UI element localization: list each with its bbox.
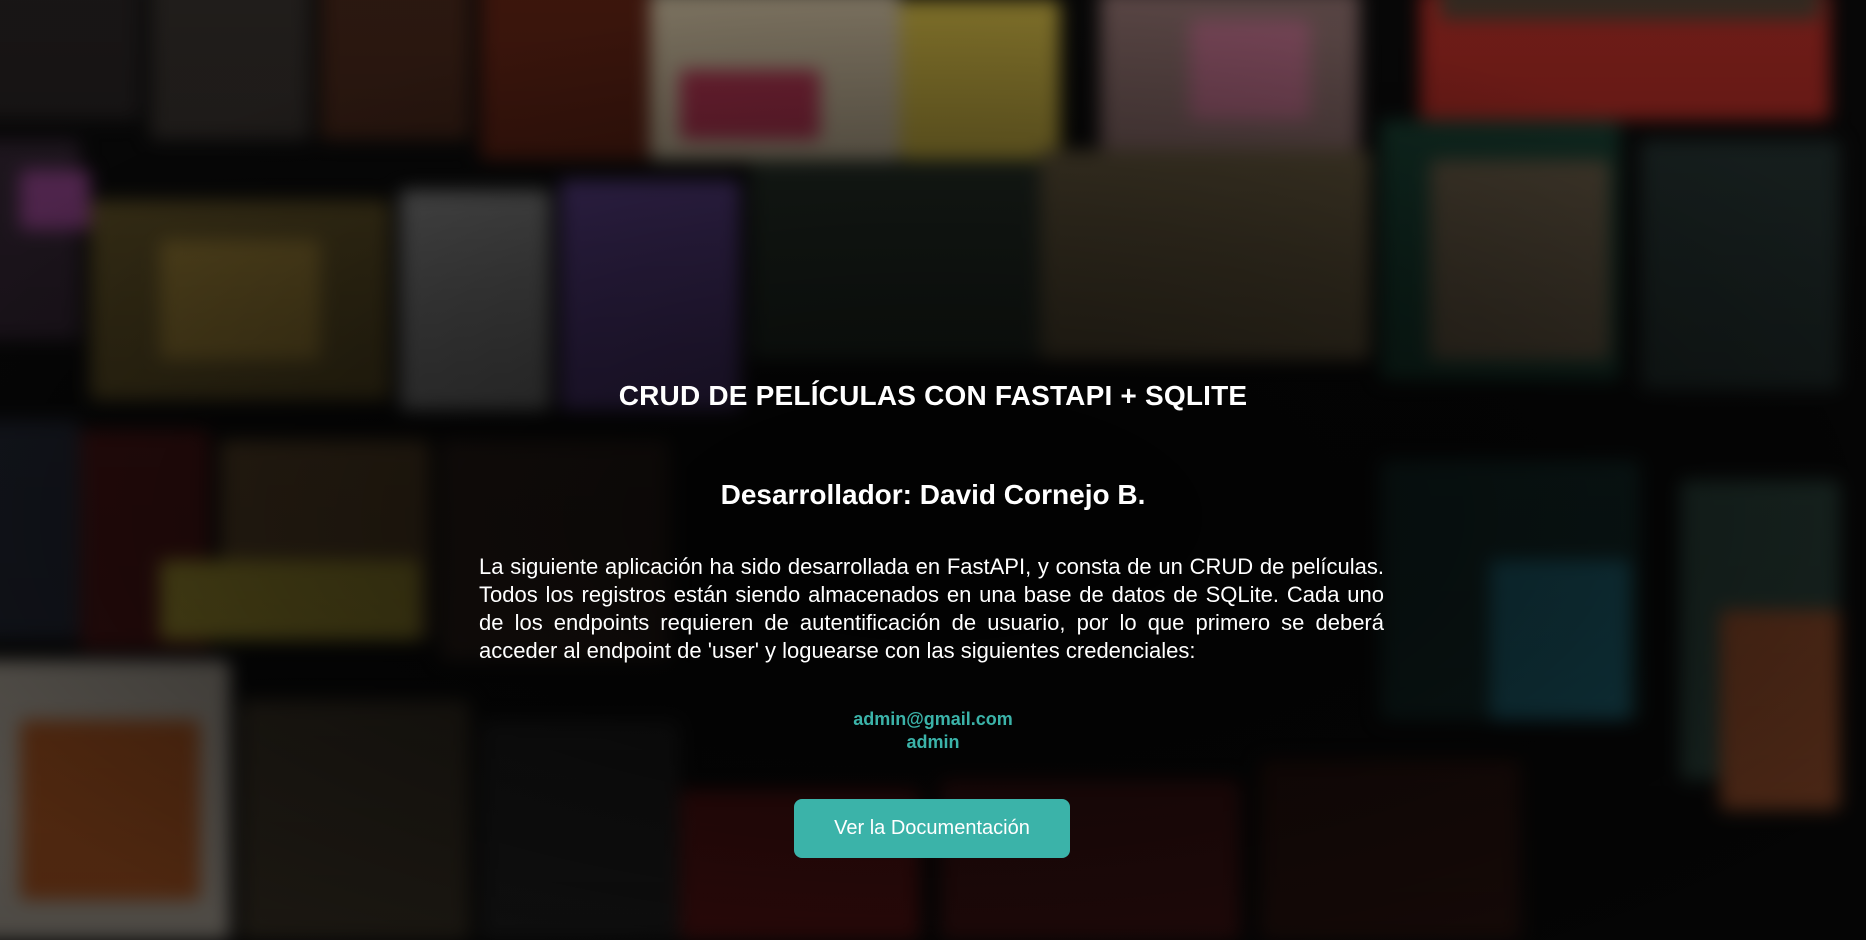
- main-content: CRUD DE PELÍCULAS CON FASTAPI + SQLITE D…: [0, 0, 1866, 940]
- app-description: La siguiente aplicación ha sido desarrol…: [479, 554, 1384, 663]
- view-documentation-button[interactable]: Ver la Documentación: [794, 799, 1070, 858]
- credential-password: admin: [906, 732, 960, 752]
- credentials-block: admin@gmail.com admin: [0, 708, 1866, 754]
- page-title: CRUD DE PELÍCULAS CON FASTAPI + SQLITE: [618, 380, 1248, 411]
- credential-email: admin@gmail.com: [853, 709, 1013, 729]
- developer-credit: Desarrollador: David Cornejo B.: [720, 479, 1146, 510]
